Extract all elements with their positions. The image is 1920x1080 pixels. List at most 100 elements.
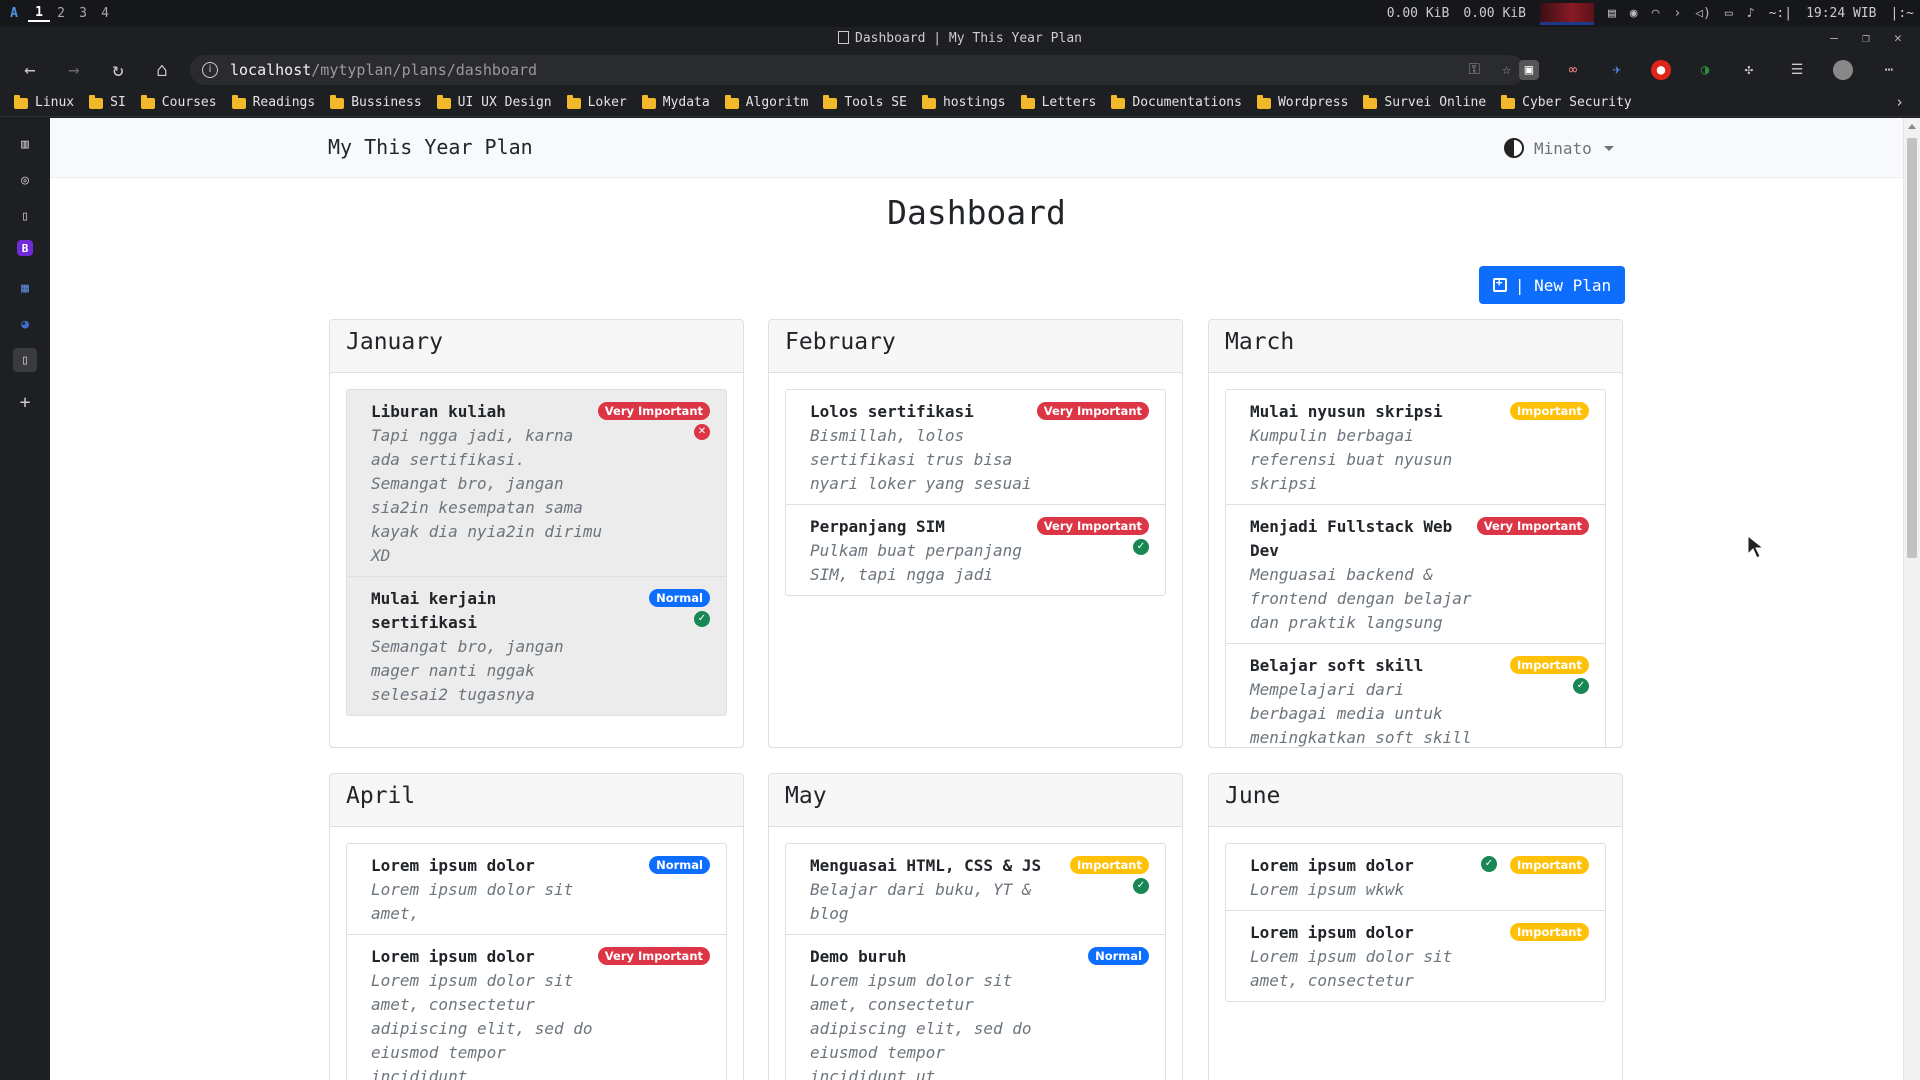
bookmark-folder[interactable]: Letters	[1020, 95, 1096, 110]
restore-icon[interactable]: ❐	[1862, 27, 1870, 51]
reload-icon[interactable]: ↻	[96, 51, 140, 89]
plan-item[interactable]: Belajar soft skill Mempelajari dari berb…	[1225, 643, 1606, 747]
done-status-icon: ✓	[1133, 539, 1149, 555]
notes-icon[interactable]: ▯	[13, 204, 37, 228]
extension-plane-icon[interactable]: ✈	[1607, 60, 1627, 80]
update-icon[interactable]: ◉	[1630, 6, 1638, 21]
workspace-4[interactable]: 4	[94, 6, 116, 21]
back-icon[interactable]: ←	[8, 51, 52, 89]
workspace-1[interactable]: 1	[28, 5, 50, 22]
plan-description: Belajar dari buku, YT & blog	[810, 880, 1032, 923]
folder-icon	[1501, 95, 1516, 109]
page-panel-icon[interactable]: ▯	[13, 348, 37, 372]
volume-icon[interactable]: ◁)	[1695, 6, 1711, 21]
extensions-puzzle-icon[interactable]: ✣	[1739, 60, 1759, 80]
workspace-3[interactable]: 3	[72, 6, 94, 21]
plan-description: Semangat bro, jangan mager nanti nggak s…	[371, 637, 564, 704]
extension-green-icon[interactable]: ◑	[1695, 60, 1715, 80]
scrollbar-thumb[interactable]	[1907, 138, 1917, 558]
plan-item[interactable]: Lorem ipsum dolor Lorem ipsum dolor sit …	[346, 934, 727, 1080]
plan-item[interactable]: Mulai kerjain sertifikasi Semangat bro, …	[346, 576, 727, 716]
plan-item[interactable]: Lorem ipsum dolor Lorem ipsum dolor sit …	[1225, 910, 1606, 1002]
favorites-icon[interactable]: ☰	[1787, 60, 1807, 80]
calendar-plus-icon	[1492, 276, 1507, 292]
app-navbar: My This Year Plan Minato	[50, 118, 1903, 178]
plan-item[interactable]: Menjadi Fullstack Web Dev Menguasai back…	[1225, 504, 1606, 644]
new-plan-label: | New Plan	[1514, 275, 1612, 295]
scroll-up-icon[interactable]	[1908, 124, 1916, 129]
key-icon[interactable]: ⚿	[1469, 60, 1480, 78]
plan-item[interactable]: Menguasai HTML, CSS & JS Belajar dari bu…	[785, 843, 1166, 935]
bookmark-folder[interactable]: Mydata	[641, 95, 710, 110]
add-panel-icon[interactable]: +	[13, 390, 37, 414]
bookmarks-overflow-icon[interactable]: ›	[1895, 93, 1904, 111]
more-menu-icon[interactable]: ⋯	[1879, 60, 1899, 80]
minimize-icon[interactable]: —	[1830, 27, 1838, 51]
bookmark-folder[interactable]: Survei Online	[1363, 95, 1486, 110]
plan-item[interactable]: Mulai nyusun skripsi Kumpulin berbagai r…	[1225, 389, 1606, 505]
bookmark-folder[interactable]: Cyber Security	[1501, 95, 1632, 110]
folder-icon	[14, 95, 28, 109]
month-card-june: June Lorem ipsum dolor Lorem ipsum wkwk …	[1208, 773, 1623, 1080]
clipboard-icon[interactable]: ▤	[1608, 6, 1616, 21]
plan-item[interactable]: Lorem ipsum dolor Lorem ipsum wkwk Impor…	[1225, 843, 1606, 911]
site-info-icon[interactable]: i	[202, 62, 218, 78]
bookmark-star-icon[interactable]: ☆	[1502, 60, 1511, 78]
chevron-icon[interactable]: ›	[1673, 6, 1681, 21]
bookmark-folder[interactable]: SI	[89, 95, 126, 110]
plan-item[interactable]: Lorem ipsum dolor Lorem ipsum dolor sit …	[346, 843, 727, 935]
plan-title: Lorem ipsum dolor	[371, 856, 535, 875]
bookmark-folder[interactable]: Documentations	[1111, 95, 1242, 110]
extension-glasses-icon[interactable]: ∞	[1563, 60, 1583, 80]
bootstrap-icon[interactable]: B	[17, 240, 33, 256]
month-title: June	[1209, 774, 1622, 827]
bell-icon[interactable]: ♪	[1747, 6, 1755, 21]
folder-icon	[1256, 95, 1271, 109]
workspace-2[interactable]: 2	[50, 6, 72, 21]
bookmark-folder[interactable]: Tools SE	[823, 95, 907, 110]
plan-title: Lorem ipsum dolor	[1250, 856, 1414, 875]
battery-icon[interactable]: ▭	[1725, 6, 1733, 21]
priority-badge: Very Important	[1036, 402, 1149, 420]
plan-description: Tapi ngga jadi, karna ada sertifikasi. S…	[371, 426, 603, 565]
extension-red-icon[interactable]: ●	[1651, 60, 1671, 80]
new-plan-button[interactable]: | New Plan	[1479, 266, 1625, 304]
forward-icon[interactable]: →	[52, 51, 96, 89]
priority-badge: Important	[1509, 856, 1589, 874]
user-menu[interactable]: Minato	[1504, 138, 1614, 158]
bookmark-folder[interactable]: Algoritm	[724, 95, 808, 110]
bookmark-folder[interactable]: Linux	[14, 95, 74, 110]
tabs-icon[interactable]: ▥	[13, 132, 37, 156]
bookmark-folder[interactable]: hostings	[921, 95, 1006, 110]
plan-item[interactable]: Lolos sertifikasi Bismillah, lolos serti…	[785, 389, 1166, 505]
plan-description: Pulkam buat perpanjang SIM, tapi ngga ja…	[810, 541, 1022, 584]
bookmark-folder[interactable]: UI UX Design	[436, 95, 552, 110]
month-card-january: January Liburan kuliah Tapi ngga jadi, k…	[329, 319, 744, 748]
folder-icon	[823, 95, 838, 109]
plan-item[interactable]: Perpanjang SIM Pulkam buat perpanjang SI…	[785, 504, 1166, 596]
page-icon	[838, 31, 849, 44]
bookmark-folder[interactable]: Wordpress	[1256, 95, 1348, 110]
translate-icon[interactable]: ▦	[13, 276, 37, 300]
wifi-icon[interactable]: ◠	[1652, 6, 1660, 21]
app-brand[interactable]: My This Year Plan	[328, 135, 533, 159]
address-bar[interactable]: i localhost/mytyplan/plans/dashboard ⚿ ☆	[190, 55, 1525, 85]
close-icon[interactable]: ✕	[1894, 27, 1902, 51]
plan-item[interactable]: Demo buruh Lorem ipsum dolor sit amet, c…	[785, 934, 1166, 1080]
bookmark-folder[interactable]: Courses	[140, 95, 217, 110]
github-icon[interactable]: ◎	[13, 168, 37, 192]
plan-title: Demo buruh	[810, 947, 907, 966]
bookmark-folder[interactable]: Readings	[231, 95, 315, 110]
plan-item[interactable]: Liburan kuliah Tapi ngga jadi, karna ada…	[346, 389, 727, 577]
month-title: January	[330, 320, 743, 373]
home-icon[interactable]: ⌂	[140, 51, 184, 89]
bookmark-folder[interactable]: Bussiness	[330, 95, 422, 110]
tray-tail: |:~	[1890, 6, 1914, 21]
bookmark-folder[interactable]: Loker	[566, 95, 627, 110]
priority-badge: Important	[1069, 856, 1149, 874]
extension-screenshot-icon[interactable]: ▣	[1519, 60, 1539, 80]
page-scrollbar[interactable]	[1903, 118, 1920, 1080]
window-titlebar: Dashboard | My This Year Plan — ❐ ✕	[0, 27, 1920, 51]
profile-avatar[interactable]	[1833, 60, 1853, 80]
edge-icon[interactable]: ◕	[13, 312, 37, 336]
